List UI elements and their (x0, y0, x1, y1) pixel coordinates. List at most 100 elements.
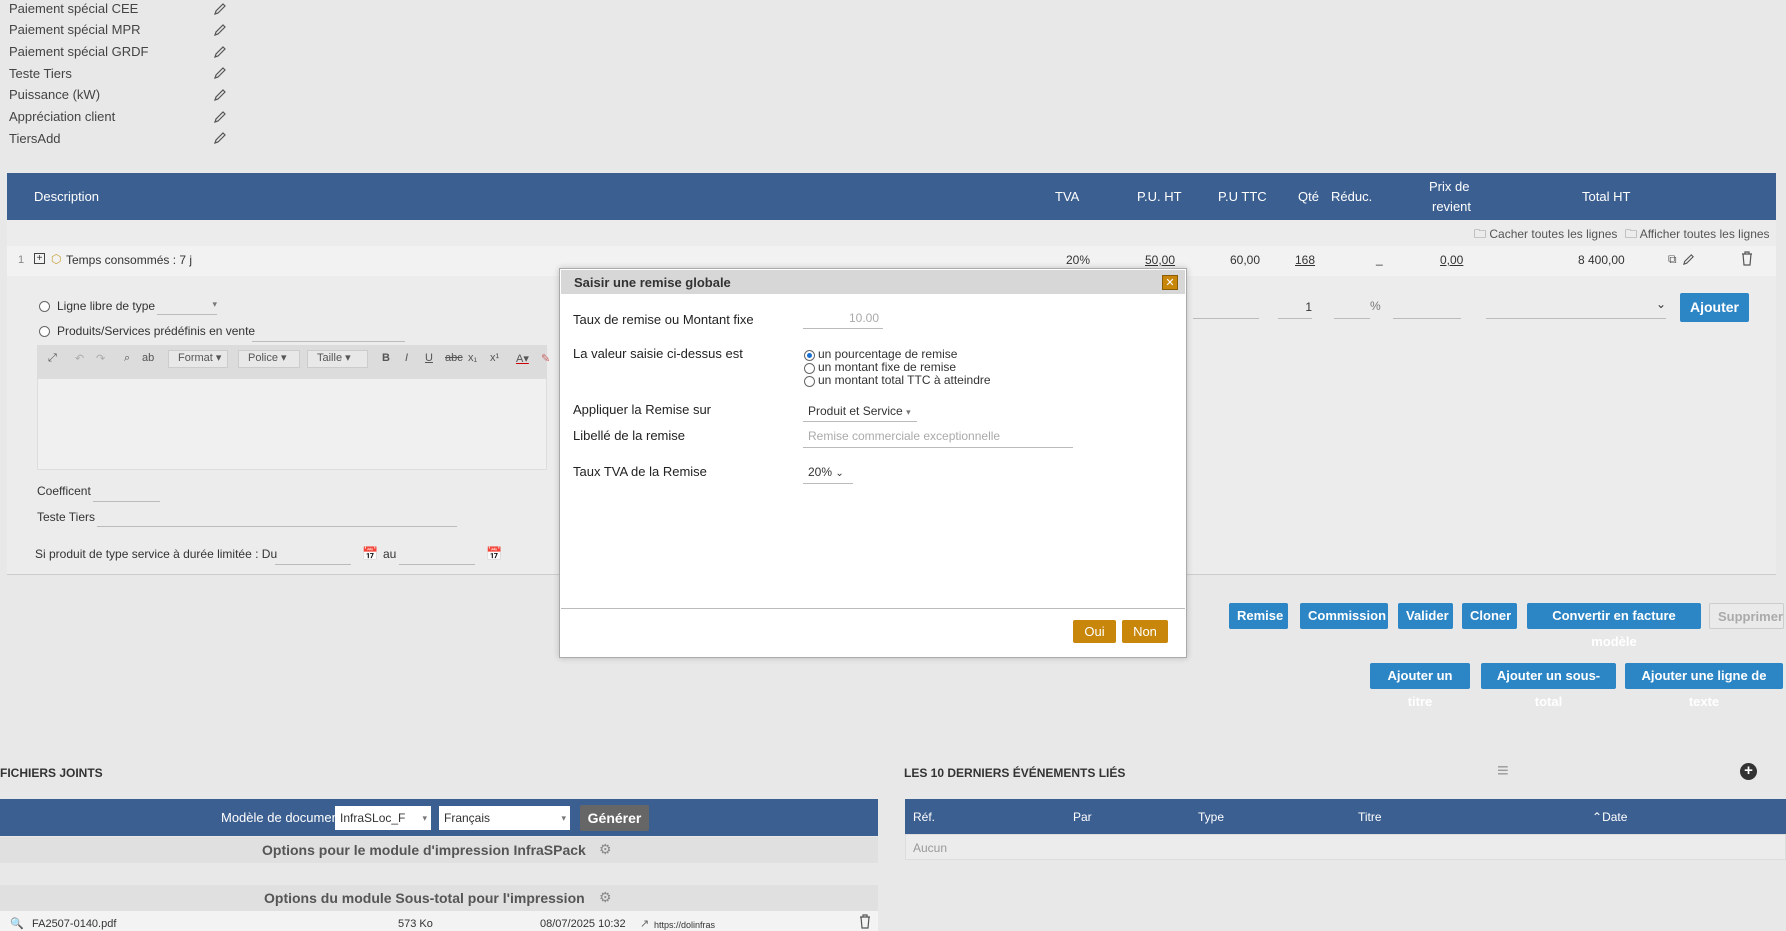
tva-select[interactable]: 20% ⌄ (803, 460, 853, 484)
file-name[interactable]: FA2507-0140.pdf (32, 918, 116, 930)
subscript-icon[interactable]: x₁ (468, 352, 477, 370)
remise-button[interactable]: Remise (1229, 603, 1288, 629)
italic-icon[interactable]: I (405, 352, 408, 370)
teste-tiers-input[interactable] (97, 505, 457, 527)
extrafield-label: Paiement spécial GRDF (9, 44, 149, 59)
trash-icon[interactable] (858, 913, 872, 929)
replace-icon[interactable]: ab (142, 352, 154, 370)
taux-label: Taux de remise ou Montant fixe (573, 312, 754, 327)
size-dropdown[interactable]: Taille ▾ (307, 350, 368, 368)
appliquer-value: Produit et Service (808, 404, 903, 418)
description-editor[interactable] (37, 378, 547, 470)
appliquer-select[interactable]: Produit et Service ▾ (803, 400, 917, 422)
link-icon[interactable]: ↗ (640, 917, 649, 930)
trash-icon[interactable] (1740, 250, 1754, 266)
hide-all-label: Cacher toutes les lignes (1489, 227, 1618, 241)
free-line-label: Ligne libre de type (57, 299, 156, 313)
tva-value: 20% (808, 465, 833, 479)
calendar-icon[interactable]: 📅 (486, 546, 502, 562)
col-date[interactable]: ⌃Date (1592, 810, 1627, 824)
undo-icon[interactable]: ↶ (75, 352, 84, 370)
coef-input[interactable] (93, 480, 160, 502)
line-pu-ht[interactable]: 50,00 (1145, 253, 1175, 267)
pencil-icon[interactable] (1682, 253, 1695, 266)
product-search-input[interactable] (252, 320, 405, 342)
lang-select[interactable]: Français ▾ (439, 806, 570, 830)
supprimer-button[interactable]: Supprimer (1709, 603, 1784, 629)
free-line-radio[interactable] (39, 301, 50, 312)
add-line-button[interactable]: Ajouter (1680, 293, 1749, 322)
taux-input[interactable]: 10.00 (803, 307, 883, 329)
events-table-header (905, 799, 1786, 834)
find-icon[interactable]: ⌕ (124, 352, 130, 370)
price-input[interactable] (1193, 295, 1259, 319)
line-qte[interactable]: 168 (1295, 253, 1315, 267)
text-color-icon[interactable]: A▾ (516, 352, 529, 370)
pencil-icon[interactable] (213, 88, 227, 102)
pencil-icon[interactable] (213, 45, 227, 59)
pencil-icon[interactable] (213, 23, 227, 37)
predefined-radio[interactable] (39, 326, 50, 337)
line-prix-revient[interactable]: 0,00 (1440, 253, 1463, 267)
line-label: Temps consommés : 7 j (66, 253, 193, 267)
ajouter-titre-button[interactable]: Ajouter un titre (1370, 663, 1470, 709)
extrafield-label: TiersAdd (9, 131, 61, 146)
gear-icon[interactable]: ⚙ (599, 841, 612, 858)
add-event-icon[interactable]: + (1740, 763, 1757, 780)
pencil-icon[interactable] (213, 2, 227, 16)
hide-all-lines-link[interactable]: 🗀 Cacher toutes les lignes (1474, 225, 1617, 246)
date-start-input[interactable] (275, 543, 351, 565)
option-percent-radio[interactable] (804, 350, 815, 361)
format-dropdown[interactable]: Format ▾ (168, 350, 228, 368)
pencil-icon[interactable] (213, 110, 227, 124)
option-ttc-label: un montant total TTC à atteindre (818, 373, 991, 387)
non-button[interactable]: Non (1122, 620, 1168, 643)
discount-input[interactable] (1334, 295, 1370, 319)
date-end-input[interactable] (399, 543, 475, 565)
show-all-lines-link[interactable]: 🗀 Afficher toutes les lignes (1625, 225, 1770, 246)
underline-icon[interactable]: U (425, 352, 433, 370)
option-ttc-radio[interactable] (804, 376, 815, 387)
qty-input[interactable]: 1 (1278, 295, 1312, 319)
libelle-input[interactable]: Remise commerciale exceptionnelle (803, 424, 1073, 448)
free-line-type-select[interactable]: ▾ (157, 299, 217, 315)
generate-button[interactable]: Générer (580, 805, 649, 831)
maximize-icon[interactable]: ⤢ (48, 352, 57, 370)
modele-select[interactable]: InfraSLoc_F ▾ (335, 806, 431, 830)
file-link[interactable]: https://dolinfras (654, 920, 715, 930)
expand-icon[interactable]: + (34, 253, 45, 264)
predefined-label: Produits/Services prédéfinis en vente (57, 324, 256, 338)
gear-icon[interactable]: ⚙ (599, 889, 612, 906)
col-type: Type (1198, 810, 1225, 824)
product-icon: ⬡ (51, 252, 62, 266)
unit-select[interactable]: ⌄ (1486, 297, 1666, 319)
oui-button[interactable]: Oui (1073, 620, 1116, 643)
cloner-button[interactable]: Cloner (1462, 603, 1517, 629)
commission-button[interactable]: Commission (1300, 603, 1388, 629)
preview-icon[interactable]: 🔍 (10, 917, 24, 930)
bold-icon[interactable]: B (382, 352, 390, 370)
cost-input[interactable] (1393, 295, 1461, 319)
pencil-icon[interactable] (213, 66, 227, 80)
ajouter-ligne-texte-button[interactable]: Ajouter une ligne de texte (1625, 663, 1783, 709)
clear-format-icon[interactable]: ✎ (541, 352, 550, 370)
folder-icon: 🗀 (1625, 227, 1638, 241)
option-fixed-radio[interactable] (804, 363, 815, 374)
ajouter-sous-total-button[interactable]: Ajouter un sous-total (1481, 663, 1616, 709)
extrafield-label: Puissance (kW) (9, 87, 101, 102)
strike-icon[interactable]: abc (445, 352, 463, 370)
clone-icon[interactable]: ⧉ (1668, 252, 1677, 267)
superscript-icon[interactable]: x¹ (490, 352, 499, 370)
list-icon[interactable]: ≡ (1497, 760, 1509, 783)
appliquer-label: Appliquer la Remise sur (573, 402, 712, 417)
pencil-icon[interactable] (213, 131, 227, 145)
font-dropdown[interactable]: Police ▾ (238, 350, 300, 368)
teste-tiers-label: Teste Tiers (37, 510, 96, 524)
line-number: 1 (18, 254, 25, 266)
valider-button[interactable]: Valider (1398, 603, 1453, 629)
calendar-icon[interactable]: 📅 (362, 546, 378, 562)
close-icon[interactable]: ✕ (1162, 275, 1178, 290)
convertir-button[interactable]: Convertir en facture modèle (1527, 603, 1701, 649)
files-section-title: FICHIERS JOINTS (0, 766, 103, 780)
redo-icon[interactable]: ↷ (96, 352, 105, 370)
